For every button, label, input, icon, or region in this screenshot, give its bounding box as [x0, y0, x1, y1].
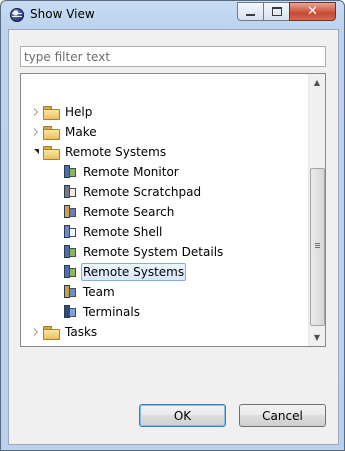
tree-item-label: Remote Systems: [65, 145, 167, 159]
cancel-button[interactable]: Cancel: [239, 404, 326, 427]
collapsed-arrow-icon[interactable]: [34, 128, 38, 136]
remote-system-details-icon: [61, 244, 77, 260]
folder-open-icon: [43, 145, 60, 160]
tree-item-label: Make: [65, 125, 97, 139]
tree-item-label: Remote Systems: [81, 263, 187, 281]
eclipse-app-icon: [10, 8, 24, 22]
tree-item-label: Help: [65, 105, 93, 119]
remote-search-icon: [61, 204, 77, 220]
scrollbar-thumb[interactable]: [310, 168, 325, 326]
show-view-dialog: Show View ✕ Help Make Remote Systems Remote…: [0, 0, 345, 451]
tree-view-item[interactable]: Terminals: [61, 303, 142, 321]
maximize-icon: [271, 7, 282, 16]
tree-vertical-scrollbar[interactable]: ▲ ▼: [308, 74, 325, 346]
tree-view-item[interactable]: Remote Systems: [61, 263, 187, 281]
tree-view-item[interactable]: Remote System Details: [61, 243, 225, 261]
scroll-up-arrow-icon[interactable]: ▲: [309, 74, 325, 91]
folder-icon: [43, 105, 60, 120]
folder-icon: [43, 345, 59, 346]
tree-item-label: Tasks: [65, 325, 98, 339]
tree-item-label: Remote Scratchpad: [83, 185, 202, 199]
minimize-icon: [246, 13, 255, 16]
folder-icon: [43, 125, 60, 140]
terminals-icon: [61, 304, 77, 320]
dialog-title: Show View: [30, 7, 95, 21]
remote-monitor-icon: [61, 164, 77, 180]
tree-item-label: Terminals: [83, 305, 140, 319]
minimize-button[interactable]: [237, 2, 264, 21]
tree-folder-item[interactable]: Help: [34, 103, 94, 121]
tree-view-item[interactable]: Remote Scratchpad: [61, 183, 203, 201]
tree-view-item[interactable]: Remote Shell: [61, 223, 164, 241]
remote-scratchpad-icon: [61, 184, 77, 200]
folder-icon: [43, 325, 60, 340]
tree-folder-item[interactable]: Team: [43, 343, 99, 346]
collapsed-arrow-icon[interactable]: [34, 328, 38, 336]
collapsed-arrow-icon[interactable]: [34, 108, 38, 116]
remote-shell-icon: [61, 224, 77, 240]
tree-view-item[interactable]: Remote Search: [61, 203, 176, 221]
tree-item-label: Remote Shell: [83, 225, 163, 239]
close-button[interactable]: ✕: [289, 2, 336, 21]
scrollbar-grip-icon: [315, 243, 320, 244]
tree-item-label: Remote Search: [83, 205, 175, 219]
tree-item-label: Remote System Details: [83, 245, 224, 259]
team-icon: [61, 284, 77, 300]
filter-input[interactable]: [20, 46, 326, 67]
view-tree[interactable]: Help Make Remote Systems Remote Monitor Remo…: [20, 73, 326, 347]
dialog-body: Help Make Remote Systems Remote Monitor Remo…: [8, 29, 339, 445]
tree-folder-item[interactable]: Remote Systems: [34, 143, 168, 161]
remote-systems-icon: [61, 264, 77, 280]
expanded-arrow-icon[interactable]: [34, 149, 39, 154]
title-bar[interactable]: Show View ✕: [1, 1, 344, 29]
tree-item-label: Remote Monitor: [83, 165, 179, 179]
scroll-down-arrow-icon[interactable]: ▼: [309, 329, 325, 346]
tree-item-label: Team: [83, 285, 115, 299]
tree-folder-item[interactable]: Tasks: [34, 323, 99, 341]
ok-button[interactable]: OK: [139, 404, 226, 427]
tree-view-item[interactable]: Team: [61, 283, 117, 301]
tree-view-item[interactable]: Remote Monitor: [61, 163, 181, 181]
maximize-button[interactable]: [263, 2, 290, 21]
tree-folder-item[interactable]: Make: [34, 123, 99, 141]
tree-item-label: Team: [63, 344, 99, 346]
close-icon: ✕: [307, 4, 318, 19]
